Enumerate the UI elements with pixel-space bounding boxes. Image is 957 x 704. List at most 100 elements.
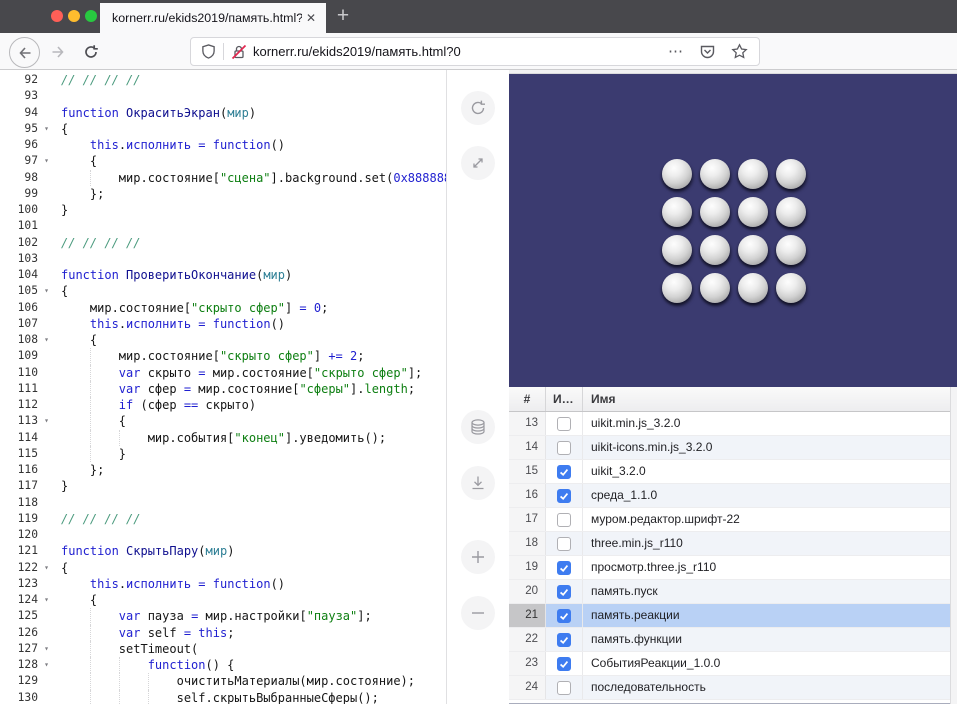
table-row[interactable]: 18three.min.js_r110 — [509, 532, 950, 556]
sphere[interactable] — [776, 159, 806, 189]
checkbox-checked[interactable] — [557, 489, 571, 503]
code-line[interactable]: 112 if (сфер == скрыто) — [0, 397, 446, 413]
code-line[interactable]: 126 var self = this; — [0, 625, 446, 641]
checkbox-unchecked[interactable] — [557, 681, 571, 695]
back-button[interactable] — [9, 37, 40, 68]
code-line[interactable]: 114 мир.события["конец"].уведомить(); — [0, 430, 446, 446]
sphere[interactable] — [700, 235, 730, 265]
table-row[interactable]: 24последовательность — [509, 676, 950, 700]
code-line[interactable]: 97▾ { — [0, 153, 446, 169]
fold-arrow-icon[interactable]: ▾ — [40, 121, 53, 137]
code-editor[interactable]: 92// // // //9394function ОкраситьЭкран(… — [0, 70, 447, 704]
checkbox-unchecked[interactable] — [557, 417, 571, 431]
code-line[interactable]: 117} — [0, 478, 446, 494]
download-button[interactable] — [461, 466, 495, 500]
pocket-save-icon[interactable] — [699, 44, 716, 60]
checkbox-checked[interactable] — [557, 585, 571, 599]
code-line[interactable]: 93 — [0, 88, 446, 104]
code-line[interactable]: 105▾{ — [0, 283, 446, 299]
fold-arrow-icon[interactable]: ▾ — [40, 592, 53, 608]
table-row[interactable]: 23СобытияРеакции_1.0.0 — [509, 652, 950, 676]
sphere[interactable] — [738, 159, 768, 189]
sphere[interactable] — [776, 235, 806, 265]
zoom-in-button[interactable] — [461, 540, 495, 574]
fold-arrow-icon[interactable]: ▾ — [40, 283, 53, 299]
code-line[interactable]: 111 var сфер = мир.состояние["сферы"].le… — [0, 381, 446, 397]
code-line[interactable]: 122▾{ — [0, 560, 446, 576]
table-row[interactable]: 14uikit-icons.min.js_3.2.0 — [509, 436, 950, 460]
fold-arrow-icon[interactable]: ▾ — [40, 641, 53, 657]
column-header-used[interactable]: И… — [546, 387, 583, 411]
tracking-protection-shield-icon[interactable] — [201, 43, 216, 60]
table-row[interactable]: 15uikit_3.2.0 — [509, 460, 950, 484]
code-line[interactable]: 99 }; — [0, 186, 446, 202]
table-scrollbar[interactable] — [950, 387, 957, 704]
code-line[interactable]: 95▾{ — [0, 121, 446, 137]
bookmark-star-icon[interactable] — [731, 43, 748, 60]
webgl-scene[interactable] — [509, 74, 957, 387]
code-line[interactable]: 113▾ { — [0, 413, 446, 429]
code-line[interactable]: 115 } — [0, 446, 446, 462]
zoom-out-button[interactable] — [461, 596, 495, 630]
checkbox-checked[interactable] — [557, 561, 571, 575]
checkbox-checked[interactable] — [557, 633, 571, 647]
table-row[interactable]: 20память.пуск — [509, 580, 950, 604]
code-line[interactable]: 104function ПроверитьОкончание(мир) — [0, 267, 446, 283]
code-line[interactable]: 121function СкрытьПару(мир) — [0, 543, 446, 559]
code-line[interactable]: 129 очиститьМатериалы(мир.состояние); — [0, 673, 446, 689]
code-line[interactable]: 96 this.исполнить = function() — [0, 137, 446, 153]
code-line[interactable]: 123 this.исполнить = function() — [0, 576, 446, 592]
table-row[interactable]: 19просмотр.three.js_r110 — [509, 556, 950, 580]
fold-arrow-icon[interactable]: ▾ — [40, 332, 53, 348]
code-line[interactable]: 120 — [0, 527, 446, 543]
code-line[interactable]: 110 var скрыто = мир.состояние["скрыто с… — [0, 365, 446, 381]
table-row[interactable]: 13uikit.min.js_3.2.0 — [509, 412, 950, 436]
checkbox-checked[interactable] — [557, 609, 571, 623]
fold-arrow-icon[interactable]: ▾ — [40, 560, 53, 576]
code-line[interactable]: 103 — [0, 251, 446, 267]
code-line[interactable]: 98 мир.состояние["сцена"].background.set… — [0, 170, 446, 186]
fullscreen-button[interactable] — [461, 146, 495, 180]
code-line[interactable]: 109 мир.состояние["скрыто сфер"] += 2; — [0, 348, 446, 364]
maximize-window-button[interactable] — [85, 10, 97, 22]
fold-arrow-icon[interactable]: ▾ — [40, 153, 53, 169]
code-line[interactable]: 118 — [0, 495, 446, 511]
page-reload-button[interactable] — [76, 37, 105, 66]
column-header-name[interactable]: Имя — [583, 387, 957, 411]
checkbox-unchecked[interactable] — [557, 441, 571, 455]
url-text[interactable]: kornerr.ru/ekids2019/память.html?0 — [253, 44, 668, 59]
table-row[interactable]: 21память.реакции — [509, 604, 950, 628]
close-window-button[interactable] — [51, 10, 63, 22]
sphere[interactable] — [776, 197, 806, 227]
code-line[interactable]: 128▾ function() { — [0, 657, 446, 673]
column-header-number[interactable]: # — [509, 387, 546, 411]
checkbox-unchecked[interactable] — [557, 513, 571, 527]
sphere[interactable] — [776, 273, 806, 303]
browser-tab[interactable]: kornerr.ru/ekids2019/память.html?0 ✕ — [100, 3, 326, 33]
checkbox-unchecked[interactable] — [557, 537, 571, 551]
sphere[interactable] — [700, 159, 730, 189]
url-bar[interactable]: kornerr.ru/ekids2019/память.html?0 ⋯ — [190, 37, 760, 66]
code-line[interactable]: 100} — [0, 202, 446, 218]
resources-button[interactable] — [461, 410, 495, 444]
sphere[interactable] — [662, 159, 692, 189]
fold-arrow-icon[interactable]: ▾ — [40, 413, 53, 429]
code-line[interactable]: 92// // // // — [0, 72, 446, 88]
checkbox-checked[interactable] — [557, 657, 571, 671]
insecure-lock-icon[interactable] — [231, 44, 247, 60]
sphere[interactable] — [738, 197, 768, 227]
code-line[interactable]: 107 this.исполнить = function() — [0, 316, 446, 332]
sphere[interactable] — [662, 235, 692, 265]
checkbox-checked[interactable] — [557, 465, 571, 479]
tab-close-icon[interactable]: ✕ — [302, 9, 320, 27]
code-line[interactable]: 102// // // // — [0, 235, 446, 251]
minimize-window-button[interactable] — [68, 10, 80, 22]
table-row[interactable]: 22память.функции — [509, 628, 950, 652]
sphere[interactable] — [662, 273, 692, 303]
sphere[interactable] — [700, 273, 730, 303]
table-row[interactable]: 17муром.редактор.шрифт-22 — [509, 508, 950, 532]
fold-arrow-icon[interactable]: ▾ — [40, 657, 53, 673]
forward-button[interactable] — [43, 37, 72, 66]
table-row[interactable]: 16среда_1.1.0 — [509, 484, 950, 508]
page-actions-icon[interactable]: ⋯ — [668, 47, 684, 57]
